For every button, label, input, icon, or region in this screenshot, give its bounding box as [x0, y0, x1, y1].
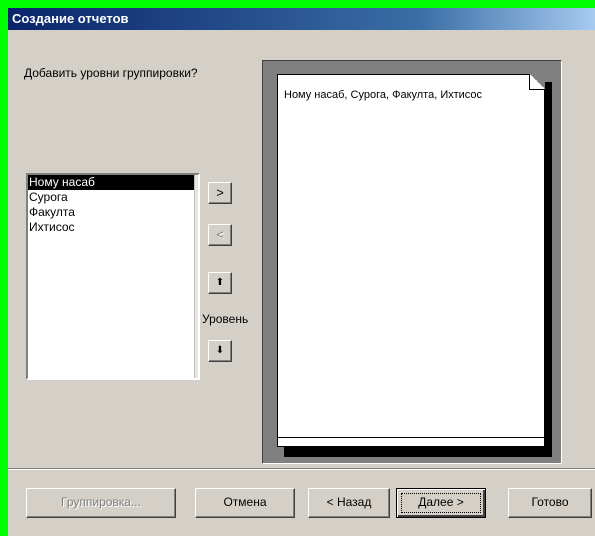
priority-up-button[interactable]: ⬆ — [208, 272, 232, 294]
finish-button[interactable]: Готово — [508, 488, 592, 518]
page-divider — [278, 437, 544, 438]
fields-listbox[interactable]: Ному насаб Сурога Факулта Ихтисос — [26, 173, 200, 380]
list-item[interactable]: Сурога — [28, 190, 198, 205]
back-button[interactable]: < Назад — [308, 488, 390, 518]
grouping-options-label: Группировка... — [61, 495, 141, 509]
grouping-options-button[interactable]: Группировка... — [26, 488, 176, 518]
listbox-scrollbar[interactable] — [194, 175, 198, 378]
back-label: < Назад — [326, 495, 372, 509]
arrow-down-icon: ⬇ — [215, 345, 225, 356]
footer-separator — [8, 468, 595, 470]
report-wizard-window: Создание отчетов Добавить уровни группир… — [8, 8, 595, 536]
finish-label: Готово — [531, 495, 569, 509]
grouping-prompt: Добавить уровни группировки? — [24, 66, 198, 80]
chevron-left-icon: < — [216, 227, 224, 242]
preview-grouping-text: Ному насаб, Сурога, Факулта, Ихтисос — [284, 89, 483, 101]
list-item[interactable]: Ихтисос — [28, 220, 198, 235]
arrow-up-icon: ⬆ — [215, 277, 225, 288]
priority-label: Уровень — [202, 312, 249, 326]
list-item[interactable]: Ному насаб — [28, 175, 198, 190]
cancel-button[interactable]: Отмена — [195, 488, 295, 518]
window-title: Создание отчетов — [12, 11, 129, 26]
preview-page: Ному насаб, Сурога, Факулта, Ихтисос — [277, 74, 545, 447]
remove-field-button[interactable]: < — [208, 224, 232, 246]
report-preview: Ному насаб, Сурога, Факулта, Ихтисос — [262, 60, 562, 464]
page-dogear-icon — [529, 74, 545, 90]
list-item[interactable]: Факулта — [28, 205, 198, 220]
title-bar[interactable]: Создание отчетов — [8, 8, 595, 30]
next-label: Далее > — [418, 495, 464, 509]
next-button[interactable]: Далее > — [396, 488, 486, 518]
cancel-label: Отмена — [223, 495, 267, 509]
add-field-button[interactable]: > — [208, 182, 232, 204]
chevron-right-icon: > — [216, 185, 224, 200]
priority-down-button[interactable]: ⬇ — [208, 340, 232, 362]
